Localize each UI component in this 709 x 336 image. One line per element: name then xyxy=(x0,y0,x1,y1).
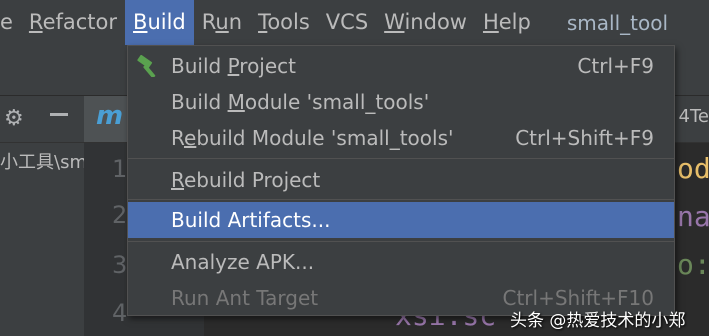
code-line-2: nav xyxy=(677,200,709,233)
tab-file-letter: m xyxy=(96,101,124,131)
menu-item-edit[interactable]: e xyxy=(0,0,21,45)
project-tree-path[interactable]: 小工具\sm xyxy=(0,148,84,178)
code-line-1: odi xyxy=(677,152,709,185)
menu-build-artifacts[interactable]: Build Artifacts... xyxy=(128,202,674,238)
menu-rebuild-module[interactable]: Rebuild Module 'small_tools' Ctrl+Shift+… xyxy=(128,120,674,156)
menu-separator xyxy=(128,241,674,242)
editor-tab-right[interactable]: 4Te xyxy=(679,106,709,127)
menu-item-vcs[interactable]: VCS xyxy=(318,0,376,45)
menu-item-help[interactable]: Help xyxy=(475,0,539,45)
line-number: 1 xyxy=(112,155,128,183)
menu-item-window[interactable]: Window xyxy=(376,0,475,45)
menu-rebuild-project[interactable]: Rebuild Project xyxy=(128,162,674,198)
menu-item-tools[interactable]: Tools xyxy=(250,0,318,45)
shortcut: Ctrl+Shift+F9 xyxy=(515,126,654,150)
menu-build-module[interactable]: Build Module 'small_tools' xyxy=(128,84,674,120)
project-panel-header: ⚙ xyxy=(0,96,84,143)
menu-item-build[interactable]: Build xyxy=(125,0,194,45)
main-menu-bar: e Refactor Build Run Tools VCS Window He… xyxy=(0,0,709,45)
shortcut: Ctrl+F9 xyxy=(577,54,654,78)
code-line-3: o:A xyxy=(677,248,709,281)
minus-icon[interactable] xyxy=(50,113,68,116)
gear-icon[interactable]: ⚙ xyxy=(4,106,24,131)
menu-analyze-apk[interactable]: Analyze APK... xyxy=(128,244,674,280)
line-number: 2 xyxy=(112,201,128,229)
line-number: 4 xyxy=(112,299,128,327)
line-number: 3 xyxy=(112,251,128,279)
menu-item-run[interactable]: Run xyxy=(194,0,250,45)
menu-separator xyxy=(128,199,674,200)
menu-item-refactor[interactable]: Refactor xyxy=(21,0,125,45)
menu-separator xyxy=(128,158,674,159)
build-menu-dropdown: Build Project Ctrl+F9 Build Module 'smal… xyxy=(127,45,675,316)
hammer-icon xyxy=(137,55,156,77)
menu-build-project[interactable]: Build Project Ctrl+F9 xyxy=(128,48,674,84)
window-project-title: small_tool xyxy=(566,10,669,35)
watermark-text: 头条 @热爱技术的小郑 xyxy=(510,311,686,331)
